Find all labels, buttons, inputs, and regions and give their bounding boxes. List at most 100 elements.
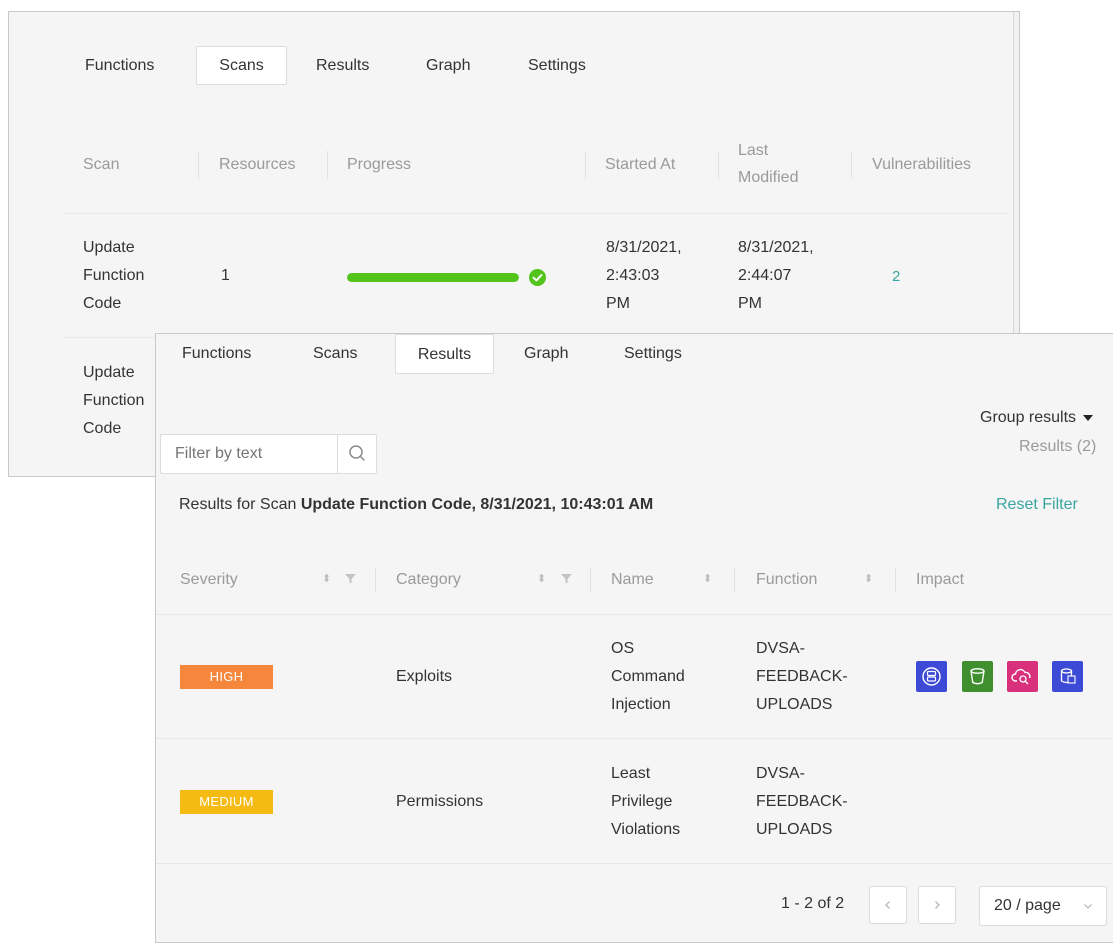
results-count: Results (2) bbox=[1019, 438, 1097, 455]
sort-icon[interactable]: ⬍ bbox=[322, 572, 331, 585]
result-name[interactable]: Least Privilege Violations bbox=[611, 760, 680, 844]
chevron-right-icon bbox=[935, 900, 940, 909]
column-header-function: Function bbox=[756, 571, 818, 588]
function-value: DVSA- FEEDBACK- UPLOADS bbox=[756, 760, 848, 844]
group-results-label: Group results bbox=[980, 409, 1077, 426]
tab-scans[interactable]: Scans bbox=[313, 345, 357, 363]
result-name[interactable]: OS Command Injection bbox=[611, 635, 685, 719]
column-header-last-modified: Last Modified bbox=[738, 137, 798, 191]
tab-graph[interactable]: Graph bbox=[426, 57, 470, 75]
text-line: Function bbox=[83, 267, 145, 284]
tab-settings[interactable]: Settings bbox=[624, 345, 682, 363]
resources-count: 1 bbox=[221, 267, 230, 284]
results-for-scan-title: Results for Scan Update Function Code, 8… bbox=[179, 496, 653, 514]
text-line: DVSA- bbox=[756, 765, 805, 782]
text-line: Command bbox=[611, 668, 685, 685]
pagination-range: 1 - 2 bbox=[781, 895, 814, 912]
column-divider bbox=[198, 151, 199, 179]
severity-badge-high: HIGH bbox=[180, 665, 273, 689]
category-value: Permissions bbox=[396, 793, 484, 810]
column-divider bbox=[734, 568, 735, 592]
filter-input[interactable] bbox=[161, 435, 337, 473]
filter-box bbox=[160, 434, 377, 474]
check-circle-icon bbox=[529, 269, 546, 286]
vulnerabilities-link[interactable]: 2 bbox=[892, 263, 900, 291]
tab-results[interactable]: Results bbox=[395, 334, 494, 374]
sort-icon[interactable]: ⬍ bbox=[537, 572, 546, 585]
text-line: 8/31/2021, bbox=[606, 239, 682, 256]
column-header-started-at: Started At bbox=[605, 156, 676, 173]
column-header-category: Category bbox=[396, 571, 461, 588]
cloud-search-icon[interactable] bbox=[1007, 661, 1038, 692]
text-line: Least bbox=[611, 765, 651, 782]
filter-icon[interactable] bbox=[345, 573, 356, 584]
scan-name[interactable]: Update Function Code bbox=[83, 359, 144, 443]
next-page-button[interactable] bbox=[918, 886, 956, 924]
function-value: DVSA- FEEDBACK- UPLOADS bbox=[756, 635, 848, 719]
column-divider bbox=[895, 568, 896, 592]
caret-down-icon bbox=[1082, 414, 1093, 421]
text-line: Code bbox=[83, 420, 122, 437]
page-size-select[interactable]: 20 / page bbox=[979, 886, 1107, 926]
column-header-scan: Scan bbox=[83, 156, 120, 173]
search-button[interactable] bbox=[337, 435, 377, 473]
storage-bucket-icon[interactable] bbox=[962, 661, 993, 692]
text-line: PM bbox=[606, 295, 630, 312]
text-line: OS bbox=[611, 640, 635, 657]
text-line: Function bbox=[83, 392, 145, 409]
sort-icon[interactable]: ⬍ bbox=[703, 572, 712, 585]
column-divider bbox=[718, 151, 719, 179]
text-line: FEEDBACK- bbox=[756, 793, 848, 810]
text-line: DVSA- bbox=[756, 640, 805, 657]
header-line: Last bbox=[738, 142, 769, 159]
category-value: Exploits bbox=[396, 668, 453, 685]
text-line: Violations bbox=[611, 821, 681, 838]
tab-settings[interactable]: Settings bbox=[528, 57, 586, 75]
column-divider bbox=[375, 568, 376, 592]
text-line: Update bbox=[83, 364, 135, 381]
text-line: 8/31/2021, bbox=[738, 239, 814, 256]
column-header-impact: Impact bbox=[916, 571, 965, 588]
text-line: 2:43:03 bbox=[606, 267, 660, 284]
results-scan-name: Update Function Code, 8/31/2021, 10:43:0… bbox=[300, 496, 654, 513]
column-divider bbox=[585, 151, 586, 179]
pagination-total: 1 - 2 of 2 bbox=[781, 895, 844, 913]
text-line: FEEDBACK- bbox=[756, 668, 848, 685]
tab-functions[interactable]: Functions bbox=[182, 345, 251, 363]
column-divider bbox=[851, 151, 852, 179]
tab-results[interactable]: Results bbox=[316, 57, 369, 75]
header-divider bbox=[156, 614, 1113, 615]
tab-scans[interactable]: Scans bbox=[196, 46, 287, 85]
reset-filter-link[interactable]: Reset Filter bbox=[996, 496, 1078, 514]
progress-bar-fill bbox=[347, 273, 519, 282]
text-line: Update bbox=[83, 239, 135, 256]
database-table-icon[interactable] bbox=[1052, 661, 1083, 692]
search-icon bbox=[349, 445, 365, 461]
column-header-resources: Resources bbox=[219, 156, 296, 173]
prev-page-button[interactable] bbox=[869, 886, 907, 924]
column-divider bbox=[590, 568, 591, 592]
text-line: UPLOADS bbox=[756, 821, 833, 838]
pagination-of: of 2 bbox=[817, 895, 845, 912]
filter-icon[interactable] bbox=[561, 573, 572, 584]
header-divider bbox=[64, 213, 1009, 214]
scan-name[interactable]: Update Function Code bbox=[83, 234, 144, 318]
text-line: Privilege bbox=[611, 793, 673, 810]
text-line: 2:44:07 bbox=[738, 267, 792, 284]
group-results-dropdown[interactable]: Group results bbox=[980, 409, 1093, 427]
last-modified-value: 8/31/2021, 2:44:07 PM bbox=[738, 234, 814, 318]
row-divider bbox=[156, 863, 1113, 864]
database-service-icon[interactable] bbox=[916, 661, 947, 692]
sort-icon[interactable]: ⬍ bbox=[864, 572, 873, 585]
chevron-left-icon bbox=[885, 900, 890, 909]
severity-badge-medium: MEDIUM bbox=[180, 790, 273, 814]
results-panel: Functions Scans Results Graph Settings G… bbox=[155, 333, 1113, 943]
tab-graph[interactable]: Graph bbox=[524, 345, 568, 363]
column-header-vulnerabilities: Vulnerabilities bbox=[872, 156, 972, 173]
progress-bar bbox=[347, 273, 519, 282]
tab-functions[interactable]: Functions bbox=[85, 57, 154, 75]
text-line: Injection bbox=[611, 696, 671, 713]
column-header-severity: Severity bbox=[180, 571, 238, 588]
column-header-progress: Progress bbox=[347, 156, 412, 173]
text-line: UPLOADS bbox=[756, 696, 833, 713]
